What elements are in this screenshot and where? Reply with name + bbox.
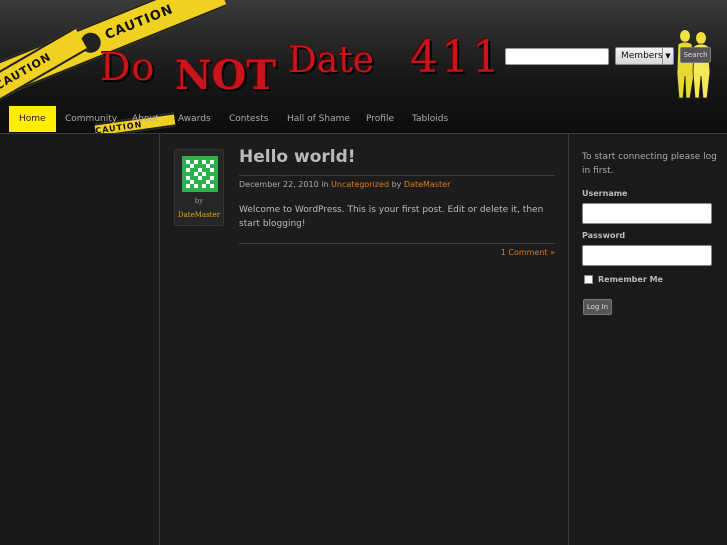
avatar-by-label: by (194, 197, 204, 205)
post-body: Welcome to WordPress. This is your first… (239, 205, 544, 229)
post-title[interactable]: Hello world! (239, 147, 356, 167)
couple-silhouette-icon (676, 30, 711, 99)
username-label: Username (582, 189, 628, 198)
left-column (0, 133, 160, 545)
author-box: by DateMaster (174, 149, 224, 226)
search-scope-select[interactable]: Members ▼ (615, 47, 674, 65)
remember-me-label: Remember Me (598, 275, 663, 284)
username-field[interactable] (582, 203, 712, 224)
post-date: December 22, 2010 (239, 180, 319, 189)
login-button[interactable]: Log In (583, 299, 612, 315)
caution-tape: CAUTION (0, 27, 88, 115)
post-meta: December 22, 2010 in Uncategorized by Da… (239, 180, 451, 189)
divider (239, 243, 555, 244)
logo-date: Date (288, 40, 375, 81)
login-intro: To start connecting please log in first. (582, 152, 717, 176)
password-label: Password (582, 231, 626, 240)
logo-411: 411 (410, 32, 503, 83)
main-nav: Home Community About Awards Contests Hal… (0, 104, 727, 132)
logo-do: Do (100, 45, 156, 89)
nav-item-community[interactable]: Community (65, 106, 117, 132)
nav-item-home[interactable]: Home (9, 106, 56, 132)
remember-me-checkbox[interactable] (584, 275, 593, 284)
nav-item-about[interactable]: About (132, 106, 159, 132)
password-field[interactable] (582, 245, 712, 266)
category-link[interactable]: Uncategorized (331, 180, 389, 189)
author-link[interactable]: DateMaster (404, 180, 450, 189)
nav-item-hall-of-shame[interactable]: Hall of Shame (287, 106, 350, 132)
author-avatar[interactable] (182, 156, 218, 192)
nav-item-profile[interactable]: Profile (366, 106, 394, 132)
search-button[interactable]: Search (680, 47, 711, 63)
nav-item-awards[interactable]: Awards (178, 106, 211, 132)
search-input[interactable] (505, 48, 609, 65)
logo-not: NOT (175, 52, 277, 99)
nav-item-tabloids[interactable]: Tabloids (412, 106, 448, 132)
avatar-author-link[interactable]: DateMaster (175, 211, 223, 219)
comments-link[interactable]: 1 Comment » (460, 248, 555, 257)
divider (239, 175, 555, 176)
nav-item-contests[interactable]: Contests (229, 106, 268, 132)
